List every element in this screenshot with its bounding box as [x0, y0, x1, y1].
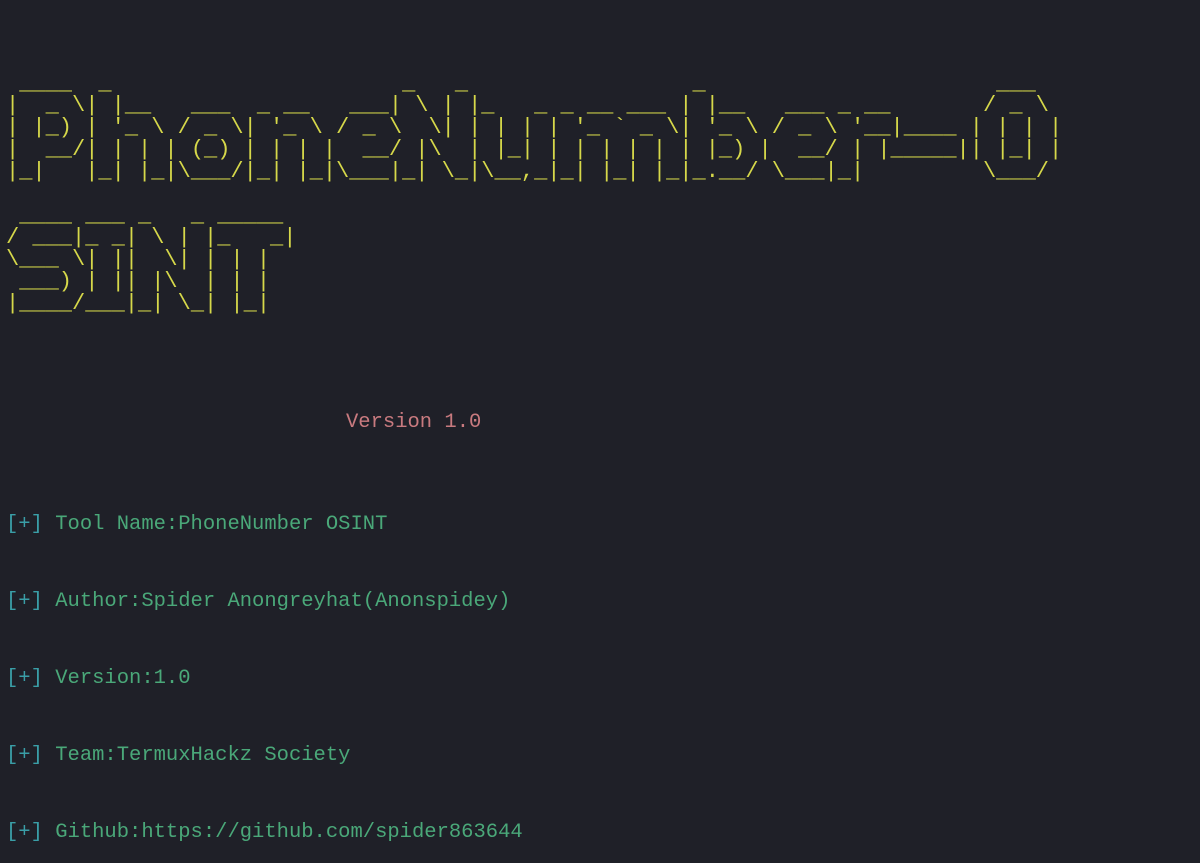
bracket-prefix: [+] — [6, 667, 43, 690]
bracket-prefix: [+] — [6, 513, 43, 536]
info-github: [+] Github:https://github.com/spider8636… — [6, 820, 1194, 846]
bracket-prefix: [+] — [6, 590, 43, 613]
version-line: Version 1.0 — [6, 410, 1194, 436]
info-author: [+] Author:Spider Anongreyhat(Anonspidey… — [6, 589, 1194, 615]
info-text: Tool Name:PhoneNumber OSINT — [55, 513, 387, 536]
bracket-prefix: [+] — [6, 744, 43, 767]
info-text: Version:1.0 — [55, 667, 190, 690]
ascii-banner: ____ _ _ _ _ ___ | _ \| |__ ___ _ __ ___… — [6, 73, 1194, 315]
info-text: Github:https://github.com/spider863644 — [55, 821, 522, 844]
info-text: Author:Spider Anongreyhat(Anonspidey) — [55, 590, 510, 613]
info-text: Team:TermuxHackz Society — [55, 744, 350, 767]
info-team: [+] Team:TermuxHackz Society — [6, 743, 1194, 769]
terminal-window[interactable]: ____ _ _ _ _ ___ | _ \| |__ ___ _ __ ___… — [0, 0, 1200, 863]
info-tool-name: [+] Tool Name:PhoneNumber OSINT — [6, 512, 1194, 538]
bracket-prefix: [+] — [6, 821, 43, 844]
info-version: [+] Version:1.0 — [6, 666, 1194, 692]
